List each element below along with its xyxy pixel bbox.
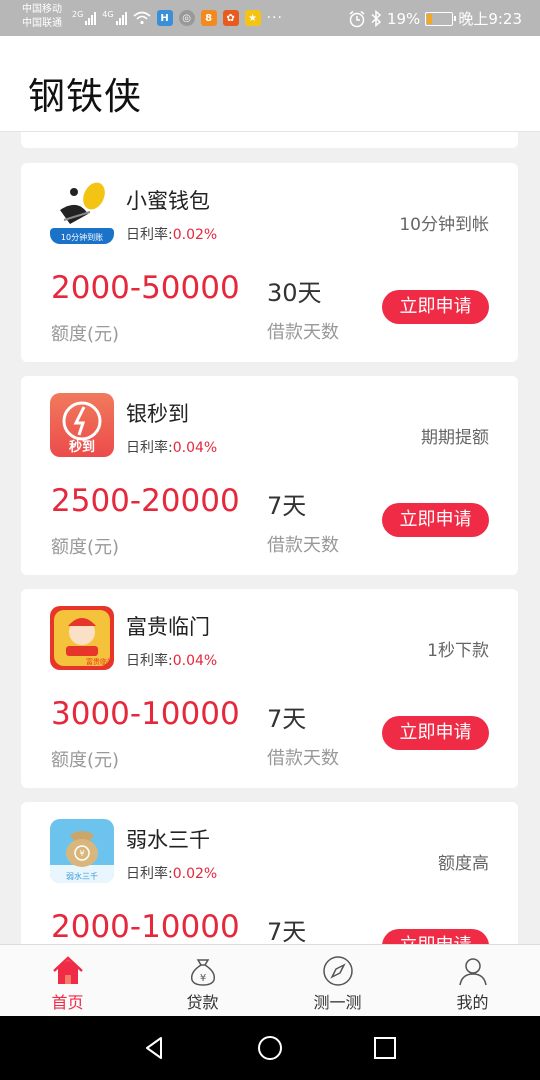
signal-4g-icon: 4G — [102, 11, 127, 25]
alarm-icon — [349, 10, 365, 27]
app-notification-icon: H — [156, 10, 173, 26]
battery-icon — [425, 11, 457, 26]
amount-label: 额度(元) — [51, 324, 120, 345]
battery-percent: 19% — [386, 9, 421, 28]
product-card[interactable]: 富贵临门 富贵临门 日利率:0.04% 1秒下款 3000-10000 额度(元… — [21, 589, 518, 788]
product-feature: 1秒下款 — [427, 641, 489, 661]
status-right: 19% 晚上9:23 — [348, 8, 522, 29]
tab-label: 我的 — [456, 993, 489, 1012]
camera-notification-icon: ◎ — [178, 10, 195, 26]
signal-2g-icon: 2G — [72, 11, 97, 25]
rate-value: 0.02% — [172, 866, 218, 882]
daily-rate: 日利率:0.04% — [126, 440, 218, 456]
loan-amount: 2500-20000 — [51, 483, 240, 519]
loan-amount: 3000-10000 — [51, 696, 240, 732]
carrier-info: 中国移动 中国联通 — [22, 3, 62, 31]
loan-days: 7天 — [267, 492, 307, 520]
squirrel-notification-icon: ✿ — [222, 10, 239, 26]
logo-text: 10分钟到账 — [61, 232, 103, 242]
page-title: 钢铁侠 — [28, 75, 142, 118]
logo-text: 秒到 — [69, 439, 95, 455]
svg-text:¥: ¥ — [199, 973, 205, 984]
apply-button[interactable]: 立即申请 — [382, 929, 489, 944]
ruoshui-sanqian-logo: ¥ 弱水三千 — [50, 819, 114, 883]
rate-value: 0.04% — [172, 440, 218, 456]
apply-button[interactable]: 立即申请 — [382, 290, 489, 324]
product-feature: 期期提额 — [421, 428, 489, 448]
tab-home[interactable]: 首页 — [0, 945, 135, 1016]
days-label: 借款天数 — [267, 322, 339, 343]
bottom-tab-bar: 首页 ¥ 贷款 测一测 我的 — [0, 944, 540, 1016]
days-label: 借款天数 — [267, 535, 339, 556]
back-icon[interactable] — [141, 1034, 169, 1062]
daily-rate: 日利率:0.02% — [126, 227, 218, 243]
status-bar: 中国移动 中国联通 2G 4G H ◎ 8 ✿ ★ ··· 19% 晚上9:23 — [0, 0, 540, 36]
clock: 晚上9:23 — [458, 10, 522, 28]
apply-button[interactable]: 立即申请 — [382, 716, 489, 750]
product-feature: 10分钟到帐 — [399, 215, 489, 235]
tab-label: 测一测 — [313, 993, 362, 1012]
product-name: 富贵临门 — [126, 615, 210, 639]
rate-value: 0.02% — [172, 227, 218, 243]
wifi-icon — [133, 11, 151, 25]
user-icon — [458, 958, 487, 986]
logo-text: 富贵临门 — [86, 657, 114, 666]
tab-loan[interactable]: ¥ 贷款 — [135, 945, 270, 1016]
money-bag-icon: ¥ — [190, 959, 215, 986]
product-name: 银秒到 — [126, 402, 189, 426]
svg-text:¥: ¥ — [79, 849, 84, 858]
fugui-linmen-logo: 富贵临门 — [50, 606, 114, 670]
loan-days: 7天 — [267, 705, 307, 733]
days-label: 借款天数 — [267, 748, 339, 769]
daily-rate: 日利率:0.04% — [126, 653, 218, 669]
loan-days: 30天 — [267, 279, 322, 307]
loan-amount: 2000-50000 — [51, 270, 240, 306]
product-name: 小蜜钱包 — [126, 189, 210, 213]
xiaomi-wallet-logo: 10分钟到账 — [50, 180, 114, 244]
more-notifications-icon: ··· — [266, 10, 283, 26]
tab-mine[interactable]: 我的 — [405, 945, 540, 1016]
carrier-2: 中国联通 — [22, 18, 62, 29]
status-left-icons: 2G 4G H ◎ 8 ✿ ★ ··· — [72, 8, 283, 28]
home-icon — [52, 956, 83, 984]
daily-rate: 日利率:0.02% — [126, 866, 218, 882]
bluetooth-icon — [371, 10, 382, 27]
product-card[interactable]: 秒到 银秒到 日利率:0.04% 期期提额 2500-20000 额度(元) 7… — [21, 376, 518, 575]
logo-text: 弱水三千 — [66, 871, 98, 881]
loan-amount: 2000-10000 — [51, 909, 240, 944]
carrier-1: 中国移动 — [22, 4, 62, 15]
tab-label: 首页 — [51, 993, 84, 1012]
product-name: 弱水三千 — [126, 828, 210, 852]
product-card[interactable]: 10分钟到账 小蜜钱包 日利率:0.02% 10分钟到帐 2000-50000 … — [21, 163, 518, 362]
amount-label: 额度(元) — [51, 537, 120, 558]
star-notification-icon: ★ — [244, 10, 261, 26]
product-feature: 额度高 — [438, 854, 489, 874]
loan-days: 7天 — [267, 918, 307, 944]
tab-test[interactable]: 测一测 — [270, 945, 405, 1016]
rate-value: 0.04% — [172, 653, 218, 669]
amount-label: 额度(元) — [51, 750, 120, 771]
home-circle-icon[interactable] — [256, 1034, 284, 1062]
system-nav-bar — [0, 1016, 540, 1080]
apply-button[interactable]: 立即申请 — [382, 503, 489, 537]
recents-icon[interactable] — [371, 1034, 399, 1062]
yinmiaodao-logo: 秒到 — [50, 393, 114, 457]
compass-icon — [322, 956, 353, 986]
tab-label: 贷款 — [186, 993, 219, 1012]
game-notification-icon: 8 — [200, 10, 217, 26]
product-card[interactable]: ¥ 弱水三千 弱水三千 日利率:0.02% 额度高 2000-10000 额度(… — [21, 802, 518, 944]
title-bar: 钢铁侠 — [0, 36, 540, 132]
product-list[interactable]: 10分钟到账 小蜜钱包 日利率:0.02% 10分钟到帐 2000-50000 … — [0, 132, 540, 944]
previous-card-edge — [21, 132, 518, 148]
